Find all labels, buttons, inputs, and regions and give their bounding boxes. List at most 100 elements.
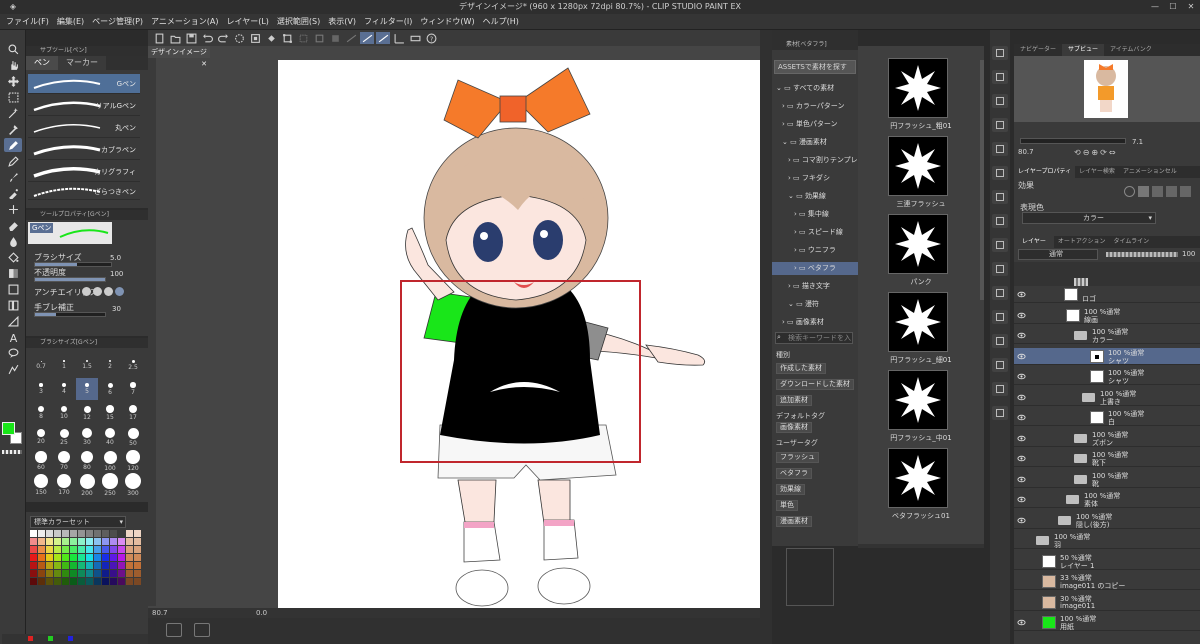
color-swatch[interactable] [86,530,93,537]
eye-icon[interactable] [1017,413,1026,422]
color-swatch[interactable] [54,570,61,577]
material-thumbnail[interactable] [888,448,948,508]
color-swatch[interactable] [30,554,37,561]
material-tree-item[interactable]: › ▭ ベタフラ [772,262,858,275]
navigator-preview[interactable] [1014,56,1200,122]
color-swatch[interactable] [38,546,45,553]
thumb-scrollbar[interactable] [980,60,984,300]
magic-wand-icon[interactable] [4,106,22,120]
panel-toggle-icon[interactable] [992,190,1008,204]
eye-icon[interactable] [1017,475,1026,484]
clear-outside-icon[interactable] [248,32,262,44]
material-thumbnail[interactable] [888,292,948,352]
menu-help[interactable]: ヘルプ(H) [479,14,523,29]
zoom-tool-icon[interactable] [4,42,22,56]
brush-size-preset[interactable]: 17 [122,402,144,424]
color-swatch[interactable] [70,546,77,553]
brush-size-preset[interactable]: 70 [53,450,75,472]
panel-toggle-icon[interactable] [992,214,1008,228]
brush-size-preset[interactable]: 170 [53,473,75,496]
correct-line-icon[interactable] [4,362,22,376]
brush-size-preset[interactable]: 7 [122,378,144,400]
color-swatch[interactable] [70,538,77,545]
color-swatch[interactable] [46,538,53,545]
eye-icon[interactable] [1017,290,1026,299]
material-tree-item[interactable]: › ▭ フキダシ [772,172,858,185]
minimize-icon[interactable]: — [1146,0,1164,14]
menu-window[interactable]: ウィンドウ(W) [416,14,478,29]
hand-tool-icon[interactable] [4,58,22,72]
deselect-icon[interactable] [296,32,310,44]
select-tool-icon[interactable] [4,90,22,104]
color-swatch[interactable] [78,554,85,561]
eye-icon[interactable] [1017,516,1026,525]
color-swatch[interactable] [94,570,101,577]
material-tree-item[interactable]: › ▭ スピード線 [772,226,858,239]
panel-toggle-icon[interactable] [992,334,1008,348]
colorset-dropdown[interactable]: 標準カラーセット ▾ [30,516,126,528]
color-swatch[interactable] [54,578,61,585]
layer-row[interactable]: 100 %通常 上書き [1014,389,1200,406]
save-icon[interactable] [184,32,198,44]
brush-size-preset[interactable]: 10 [53,402,75,424]
color-swatch[interactable] [78,578,85,585]
color-swatch[interactable] [30,562,37,569]
color-swatch[interactable] [94,546,101,553]
brush-size-preset[interactable]: 30 [76,426,98,448]
brush-size-preset[interactable]: 120 [122,450,144,472]
panel-toggle-icon[interactable] [992,70,1008,84]
material-tree-item[interactable]: › ▭ 単色パターン [772,118,858,131]
color-swatch[interactable] [30,546,37,553]
help-icon[interactable]: ? [424,32,438,44]
color-swatch[interactable] [78,546,85,553]
panel-toggle-icon[interactable] [992,382,1008,396]
eraser-icon[interactable] [4,218,22,232]
aa-medium-icon[interactable] [104,287,113,296]
color-swatch[interactable] [38,562,45,569]
color-swatch[interactable] [134,578,141,585]
material-tree-item[interactable]: › ▭ コマ割りテンプレート [772,154,858,167]
color-swatch[interactable] [70,578,77,585]
layer-row[interactable]: 100 %通常 隠し(後方) [1014,512,1200,529]
color-swatch[interactable] [62,578,69,585]
brush-size-preset[interactable]: 60 [30,450,52,472]
eye-icon[interactable] [1017,352,1026,361]
layer-row[interactable]: 33 %通常 image011 のコピー [1014,573,1200,590]
color-swatch[interactable] [54,530,61,537]
blend-tool-icon[interactable] [4,234,22,248]
tab-navigator[interactable]: ナビゲーター [1014,44,1062,56]
color-swatch[interactable] [46,570,53,577]
transparent-color-swatch[interactable] [2,450,22,454]
material-thumbnail[interactable] [888,214,948,274]
brush-size-preset[interactable]: 1.5 [76,354,98,376]
brush-size-preset[interactable]: 0.7 [30,354,52,376]
color-swatch[interactable] [62,562,69,569]
color-swatch[interactable] [54,554,61,561]
pen-tool-icon[interactable] [4,138,22,152]
layer-row[interactable]: ロゴ [1014,286,1200,303]
angle-readout[interactable]: 0.0 [256,608,267,618]
new-file-icon[interactable] [152,32,166,44]
color-swatch[interactable] [126,578,133,585]
undo-icon[interactable] [200,32,214,44]
user-tag-button[interactable]: 効果線 [776,484,805,495]
panel-toggle-icon[interactable] [992,238,1008,252]
brush-size-preset[interactable]: 150 [30,474,52,496]
panel-toggle-icon[interactable] [992,94,1008,108]
canvas-tab[interactable]: デザインイメージ*✕ [148,46,210,68]
fill-icon[interactable] [264,32,278,44]
brush-size-preset[interactable]: 15 [99,402,121,424]
snap-special-ruler-icon[interactable] [376,32,390,44]
layer-row[interactable]: 100 %通常 シャツ [1014,347,1200,365]
brush-calligraphy[interactable]: カリグラフィ [28,162,140,182]
eye-icon[interactable] [1017,372,1026,381]
open-file-icon[interactable] [168,32,182,44]
color-swatch[interactable] [86,562,93,569]
tab-auto-action[interactable]: オートアクション [1054,236,1110,248]
layer-color-icon[interactable] [1152,186,1163,197]
snap-grid-icon[interactable] [392,32,406,44]
color-swatch[interactable] [118,570,125,577]
blend-mode-select[interactable]: 通常 [1018,249,1098,260]
color-swatch[interactable] [134,530,141,537]
snap-ruler-icon[interactable] [360,32,374,44]
